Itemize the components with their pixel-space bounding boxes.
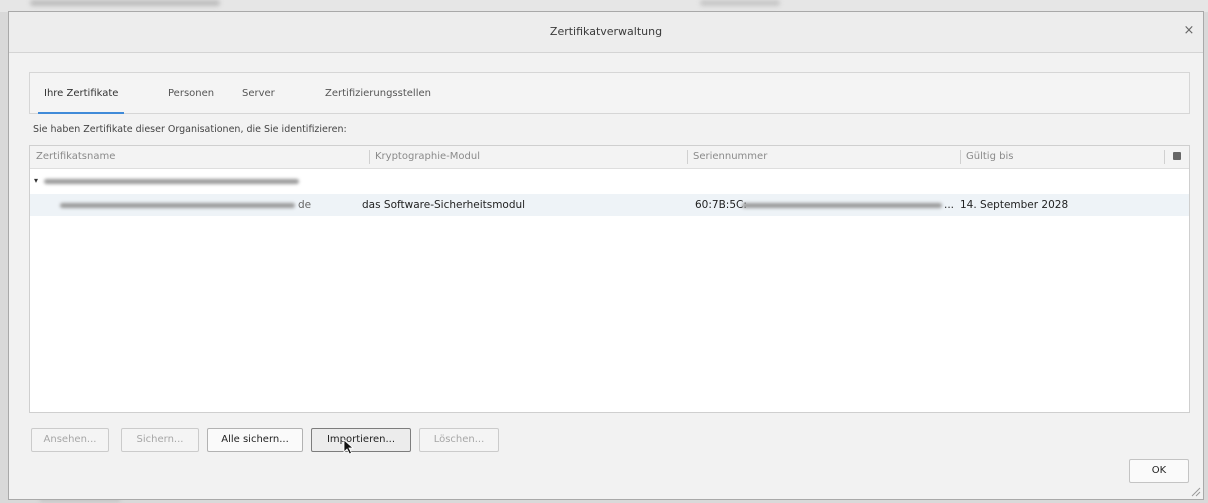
redacted-serial-number bbox=[742, 203, 942, 208]
close-icon[interactable]: × bbox=[1181, 23, 1197, 39]
column-separator[interactable] bbox=[687, 150, 688, 164]
column-separator[interactable] bbox=[1164, 150, 1165, 164]
backup-button[interactable]: Sichern... bbox=[121, 428, 199, 452]
organization-row[interactable]: ▾ bbox=[30, 170, 1189, 192]
intro-text: Sie haben Zertifikate dieser Organisatio… bbox=[33, 124, 347, 135]
expand-triangle-icon[interactable]: ▾ bbox=[34, 170, 38, 192]
background-blurred-text bbox=[30, 0, 220, 6]
ok-button[interactable]: OK bbox=[1129, 459, 1189, 483]
background-blurred-text bbox=[700, 0, 780, 6]
certificate-name-suffix: de bbox=[298, 199, 312, 211]
serial-ellipsis: ... bbox=[944, 199, 955, 211]
certificate-valid-until: 14. September 2028 bbox=[960, 199, 1069, 211]
certificate-serial-prefix: 60:7B:5C: bbox=[695, 199, 747, 211]
dialog-titlebar: Zertifikatverwaltung × bbox=[9, 12, 1203, 53]
dialog-title: Zertifikatverwaltung bbox=[549, 25, 663, 38]
column-header-module[interactable]: Kryptographie-Modul bbox=[375, 146, 480, 168]
column-header-valid-until[interactable]: Gültig bis bbox=[966, 146, 1013, 168]
column-header-name[interactable]: Zertifikatsname bbox=[36, 146, 115, 168]
redacted-organization-name bbox=[44, 179, 299, 184]
tab-your-certificates[interactable]: Ihre Zertifikate bbox=[37, 73, 125, 114]
tab-servers[interactable]: Server bbox=[242, 73, 275, 113]
resize-grip-icon[interactable] bbox=[1189, 485, 1201, 497]
column-picker-icon[interactable] bbox=[1173, 152, 1181, 160]
import-button[interactable]: Importieren... bbox=[311, 428, 411, 452]
tab-bar: Ihre Zertifikate Personen Server Zertifi… bbox=[29, 72, 1190, 114]
redacted-certificate-name bbox=[60, 203, 295, 208]
certificate-manager-dialog: Zertifikatverwaltung × Ihre Zertifikate … bbox=[8, 11, 1204, 500]
table-row[interactable]: de das Software-Sicherheitsmodul 60:7B:5… bbox=[30, 194, 1189, 216]
tab-authorities[interactable]: Zertifizierungsstellen bbox=[325, 73, 431, 113]
table-header: Zertifikatsname Kryptographie-Modul Seri… bbox=[30, 146, 1189, 169]
column-separator[interactable] bbox=[369, 150, 370, 164]
column-header-serial[interactable]: Seriennummer bbox=[693, 146, 767, 168]
delete-button[interactable]: Löschen... bbox=[419, 428, 499, 452]
view-button[interactable]: Ansehen... bbox=[31, 428, 109, 452]
mouse-pointer-icon bbox=[343, 439, 355, 455]
tab-people[interactable]: Personen bbox=[168, 73, 214, 113]
certificate-module: das Software-Sicherheitsmodul bbox=[362, 199, 526, 211]
certificate-table: Zertifikatsname Kryptographie-Modul Seri… bbox=[29, 145, 1190, 413]
backup-all-button[interactable]: Alle sichern... bbox=[207, 428, 303, 452]
column-separator[interactable] bbox=[960, 150, 961, 164]
